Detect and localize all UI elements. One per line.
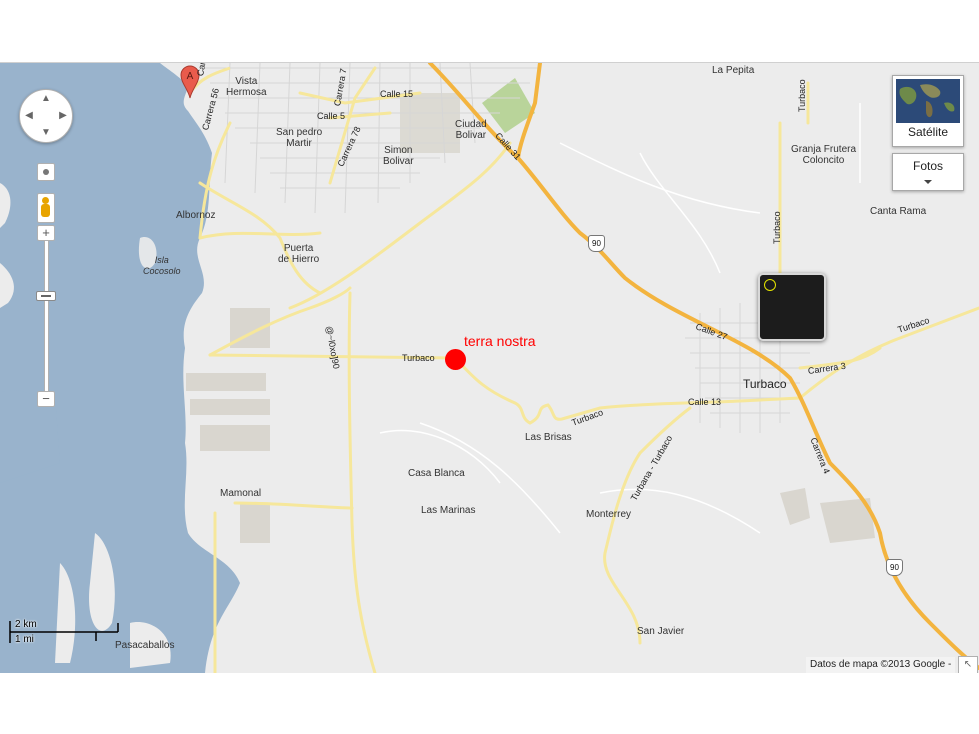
road-turbaco-north: Turbaco xyxy=(797,79,807,112)
road-calle-5: Calle 5 xyxy=(317,111,346,121)
road-calle-15: Calle 15 xyxy=(380,89,414,99)
scale-mi: 1 mi xyxy=(15,634,34,645)
route-90-shield-south: 90 xyxy=(886,559,903,576)
place-albornoz: Albornoz xyxy=(176,210,216,221)
chevron-down-icon xyxy=(924,180,932,184)
zoom-slider-handle[interactable] xyxy=(36,291,56,301)
place-pasacaballos: Pasacaballos xyxy=(115,640,175,651)
zoom-slider-track[interactable] xyxy=(44,235,49,397)
place-puerta-de-hierro: Puerta de Hierro xyxy=(278,243,320,265)
map-attribution: Datos de mapa ©2013 Google - xyxy=(806,657,956,673)
place-mamonal: Mamonal xyxy=(220,488,262,499)
locate-icon[interactable] xyxy=(37,163,55,181)
satellite-button[interactable]: Satélite xyxy=(892,75,964,147)
place-las-brisas: Las Brisas xyxy=(525,432,572,443)
place-ciudad-bolivar: Ciudad Bolivar xyxy=(455,119,487,141)
photos-label: Fotos xyxy=(912,159,943,173)
place-simon-bolivar: Simon Bolivar xyxy=(383,145,414,167)
place-monterrey: Monterrey xyxy=(586,509,632,520)
overview-viewport-icon xyxy=(764,279,776,291)
place-granja-frutera: Granja Frutera Coloncito xyxy=(791,144,857,166)
pan-right-icon[interactable]: ▶ xyxy=(58,111,68,121)
photos-button[interactable]: Fotos xyxy=(892,153,964,191)
overview-map[interactable] xyxy=(758,273,826,341)
poi-label: terra nostra xyxy=(464,333,536,349)
road-turbaco-vertical: Turbaco xyxy=(772,211,782,244)
collapse-corner-icon[interactable]: ↖ xyxy=(958,656,978,673)
map-canvas[interactable]: A La Pepita Vista Hermosa San pedro Mart… xyxy=(0,62,979,673)
pan-left-icon[interactable]: ◀ xyxy=(24,111,34,121)
satellite-label: Satélite xyxy=(907,125,949,139)
route-90-shield-north: 90 xyxy=(588,235,605,252)
scale-km: 2 km xyxy=(15,619,37,630)
place-isla-cocosolo: Isla Cocosolo xyxy=(143,255,181,276)
road-calle-13: Calle 13 xyxy=(688,397,722,407)
place-san-pedro-martir: San pedro Martir xyxy=(276,127,323,149)
place-las-marinas: Las Marinas xyxy=(421,505,476,516)
road-turbaco-west: Turbaco xyxy=(402,353,435,363)
zoom-out-button[interactable]: − xyxy=(37,391,55,407)
place-canta-rama: Canta Rama xyxy=(870,206,927,217)
street-view-pegman-icon[interactable] xyxy=(37,193,55,223)
zoom-in-button[interactable]: + xyxy=(37,225,55,241)
satellite-thumbnail-icon xyxy=(896,79,960,123)
pan-up-icon[interactable]: ▲ xyxy=(41,94,51,104)
marker-a-letter: A xyxy=(187,71,194,82)
place-san-javier: San Javier xyxy=(637,626,685,637)
poi-marker[interactable] xyxy=(445,349,466,370)
scale-bar: 2 km 1 mi xyxy=(8,617,123,647)
place-turbaco: Turbaco xyxy=(743,377,787,391)
place-vista-hermosa: Vista Hermosa xyxy=(226,76,267,98)
pan-control[interactable]: ▲ ▼ ◀ ▶ xyxy=(19,89,73,143)
place-la-pepita: La Pepita xyxy=(712,65,755,76)
place-casa-blanca: Casa Blanca xyxy=(408,468,465,479)
pan-down-icon[interactable]: ▼ xyxy=(41,128,51,138)
